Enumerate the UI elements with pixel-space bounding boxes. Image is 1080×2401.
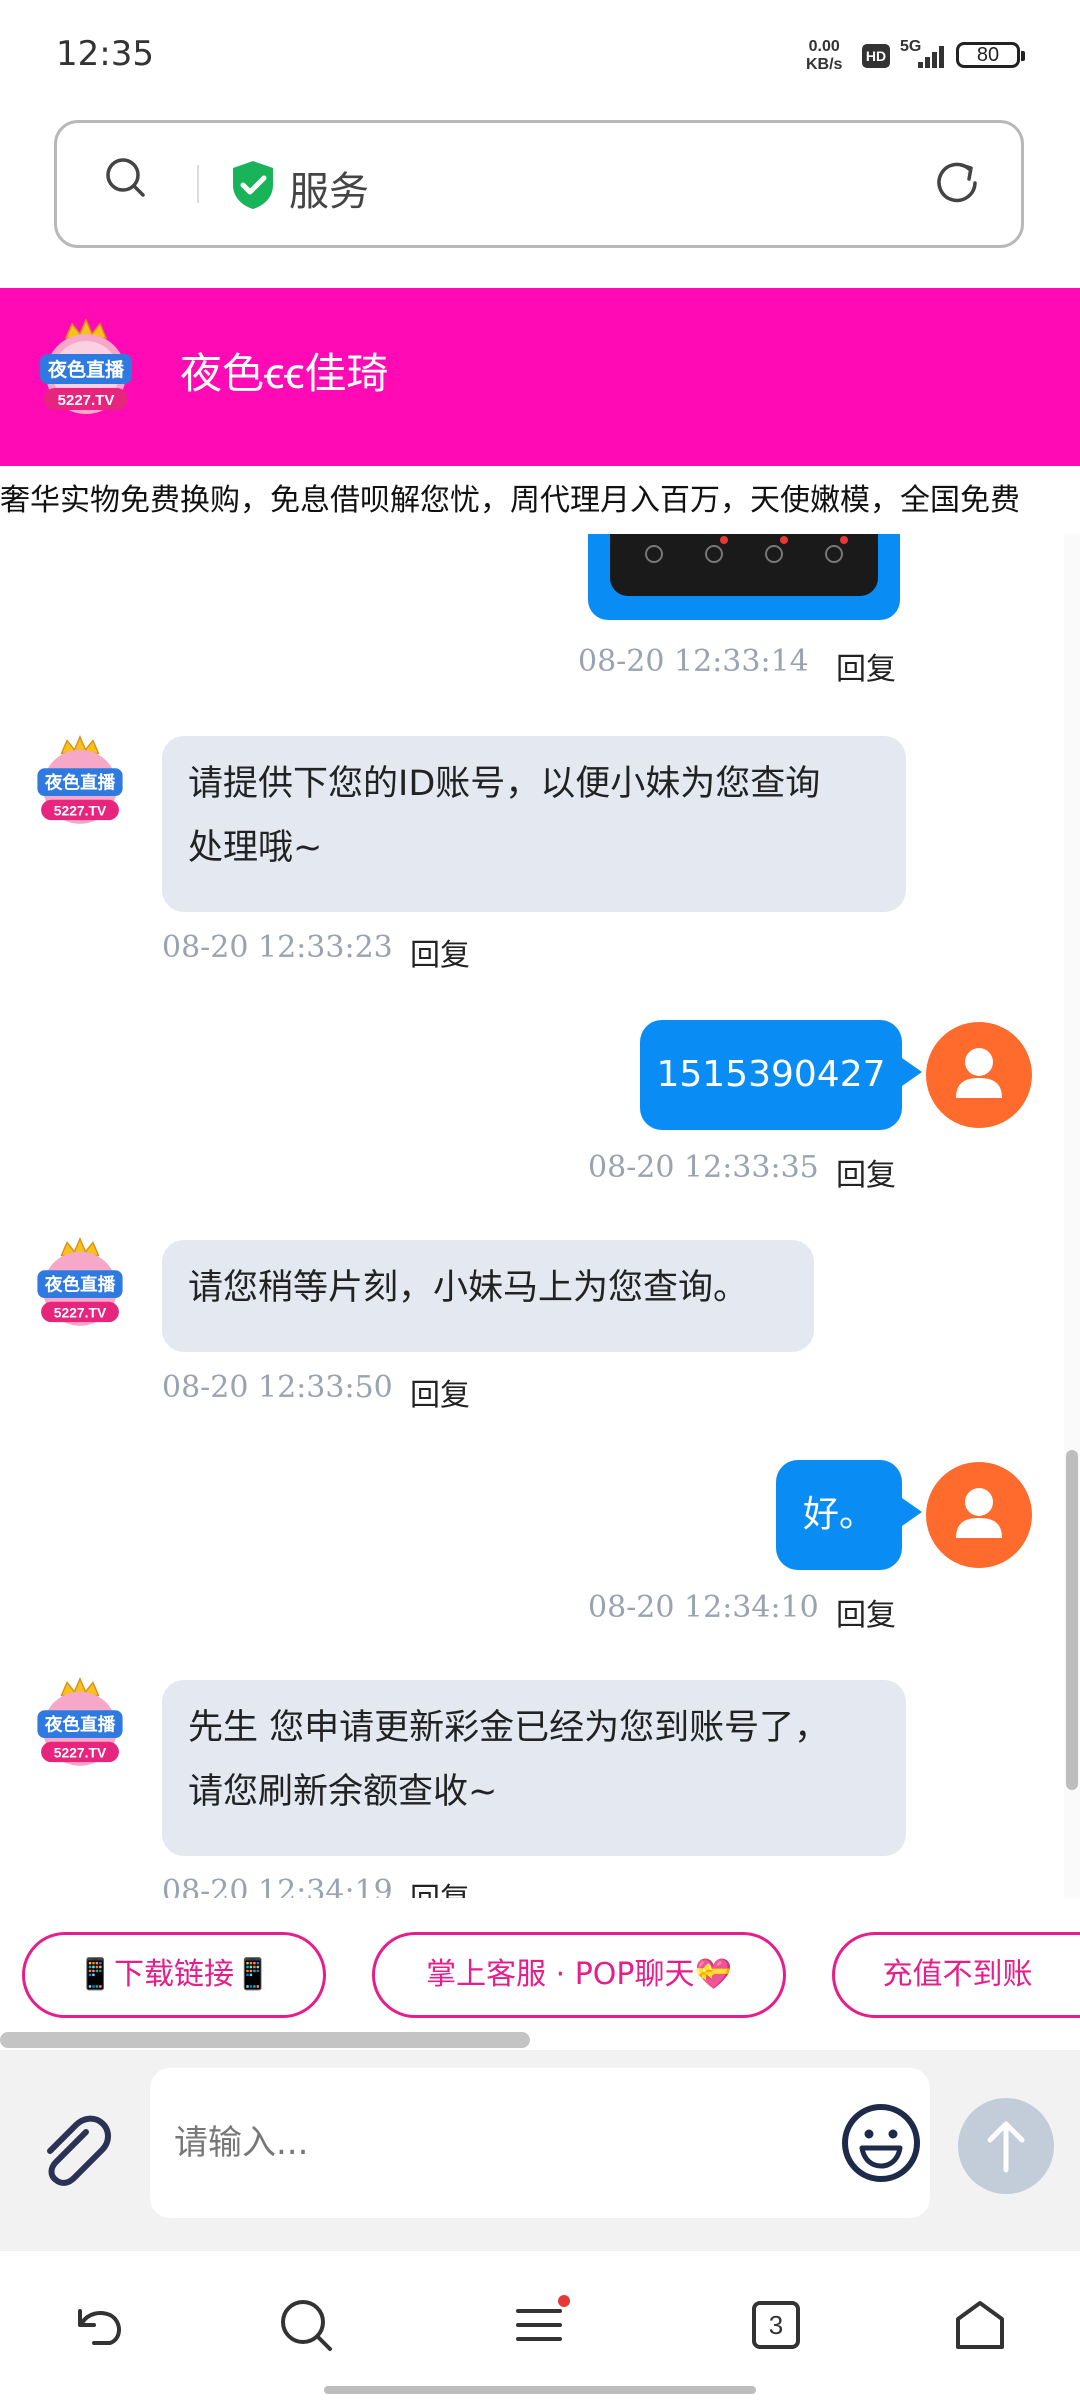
message-input[interactable] bbox=[172, 2112, 736, 2174]
shield-check-icon bbox=[233, 161, 273, 209]
hd-badge: HD bbox=[862, 44, 890, 68]
brand-logo: 夜色直播 5227.TV bbox=[32, 316, 140, 430]
attachment-icon[interactable] bbox=[34, 2110, 114, 2190]
agent-message-bubble[interactable]: 请提供下您的ID账号，以便小妹为您查询 处理哦~ bbox=[162, 736, 906, 912]
reply-link[interactable]: 回复 bbox=[836, 1590, 896, 1634]
svg-text:夜色直播: 夜色直播 bbox=[44, 1715, 116, 1736]
person-icon bbox=[956, 1488, 1002, 1538]
message-timestamp: 08-20 12:33:14 bbox=[578, 644, 809, 679]
user-avatar bbox=[926, 1022, 1032, 1128]
quick-reply-scrollbar[interactable] bbox=[0, 2032, 530, 2048]
reply-link[interactable]: 回复 bbox=[410, 1370, 470, 1414]
svg-text:5227.TV: 5227.TV bbox=[54, 1304, 107, 1320]
user-avatar bbox=[926, 1462, 1032, 1568]
reply-link[interactable]: 回复 bbox=[410, 930, 470, 974]
home-indicator[interactable] bbox=[324, 2386, 756, 2394]
chat-messages[interactable]: 08-20 12:33:14 回复 夜色直播 5227.TV 请提供下您的ID账… bbox=[0, 534, 1080, 1898]
reload-icon[interactable] bbox=[931, 157, 983, 209]
status-bar: 12:35 0.00 KB/s HD 5G 80 bbox=[0, 0, 1080, 110]
announcement-marquee: 奢华实物免费换购，免息借呗解您忧，周代理月入百万，天使嫩模，全国免费 bbox=[0, 470, 1080, 532]
chat-title: 夜色ꞓꞓ佳琦 bbox=[180, 349, 389, 398]
message-timestamp: 08-20 12:33:50 bbox=[162, 1370, 393, 1405]
svg-text:夜色直播: 夜色直播 bbox=[47, 358, 125, 381]
search-icon[interactable] bbox=[276, 2295, 336, 2355]
send-button[interactable] bbox=[958, 2098, 1054, 2194]
tabs-button[interactable]: 3 bbox=[746, 2295, 806, 2355]
search-icon[interactable] bbox=[105, 157, 145, 197]
quick-reply-bar: 📱下载链接📱 掌上客服 · POP聊天💝 充值不到账 bbox=[0, 1900, 1080, 2040]
back-icon[interactable] bbox=[70, 2295, 130, 2355]
person-icon bbox=[956, 1048, 1002, 1098]
battery-icon: 80 bbox=[956, 42, 1025, 68]
address-bar[interactable]: 服务 bbox=[54, 120, 1024, 248]
svg-text:夜色直播: 夜色直播 bbox=[44, 773, 116, 794]
message-input-bar bbox=[0, 2050, 1080, 2250]
user-message-bubble[interactable]: 好。 bbox=[776, 1460, 922, 1570]
tab-count: 3 bbox=[768, 2310, 784, 2340]
message-timestamp: 08-20 12:33:23 bbox=[162, 930, 393, 965]
reply-link[interactable]: 回复 bbox=[836, 644, 896, 688]
quick-reply-customer-service[interactable]: 掌上客服 · POP聊天💝 bbox=[372, 1932, 786, 2018]
message-timestamp: 08-20 12:33:35 bbox=[588, 1150, 819, 1185]
message-input-field[interactable] bbox=[150, 2068, 930, 2218]
arrow-up-icon bbox=[987, 2121, 1025, 2173]
divider bbox=[197, 165, 199, 203]
svg-text:5227.TV: 5227.TV bbox=[54, 802, 107, 818]
quick-reply-recharge-issue[interactable]: 充值不到账 bbox=[832, 1932, 1080, 2018]
chat-scrollbar-thumb[interactable] bbox=[1066, 1450, 1078, 1790]
svg-text:5227.TV: 5227.TV bbox=[58, 392, 115, 409]
menu-icon bbox=[516, 2295, 570, 2341]
browser-bottom-nav: 3 bbox=[0, 2250, 1080, 2401]
agent-avatar: 夜色直播 5227.TV bbox=[30, 1234, 130, 1342]
emoji-icon[interactable] bbox=[840, 2102, 922, 2184]
message-timestamp: 08-20 12:34:10 bbox=[588, 1590, 819, 1625]
image-message-thumbnail[interactable] bbox=[610, 534, 878, 596]
status-time: 12:35 bbox=[56, 34, 154, 74]
chat-header: 夜色直播 5227.TV 夜色ꞓꞓ佳琦 bbox=[0, 288, 1080, 466]
network-speed: 0.00 KB/s bbox=[806, 38, 843, 73]
user-message-bubble[interactable]: 1515390427 bbox=[640, 1020, 922, 1130]
quick-reply-download-link[interactable]: 📱下载链接📱 bbox=[22, 1932, 326, 2018]
agent-message-bubble[interactable]: 先生 您申请更新彩金已经为您到账号了， 请您刷新余额查收~ bbox=[162, 1680, 906, 1856]
reply-link[interactable]: 回复 bbox=[410, 1874, 470, 1898]
agent-avatar: 夜色直播 5227.TV bbox=[30, 732, 130, 840]
menu-button[interactable] bbox=[510, 2295, 570, 2355]
reply-link[interactable]: 回复 bbox=[836, 1150, 896, 1194]
agent-avatar: 夜色直播 5227.TV bbox=[30, 1674, 130, 1782]
svg-text:5227.TV: 5227.TV bbox=[54, 1744, 107, 1760]
signal-icon bbox=[918, 46, 946, 68]
svg-text:夜色直播: 夜色直播 bbox=[44, 1275, 116, 1296]
home-icon[interactable] bbox=[950, 2295, 1010, 2355]
message-timestamp: 08-20 12:34:19 bbox=[162, 1874, 393, 1898]
agent-message-bubble[interactable]: 请您稍等片刻，小妹马上为您查询。 bbox=[162, 1240, 814, 1352]
page-title: 服务 bbox=[289, 169, 369, 215]
